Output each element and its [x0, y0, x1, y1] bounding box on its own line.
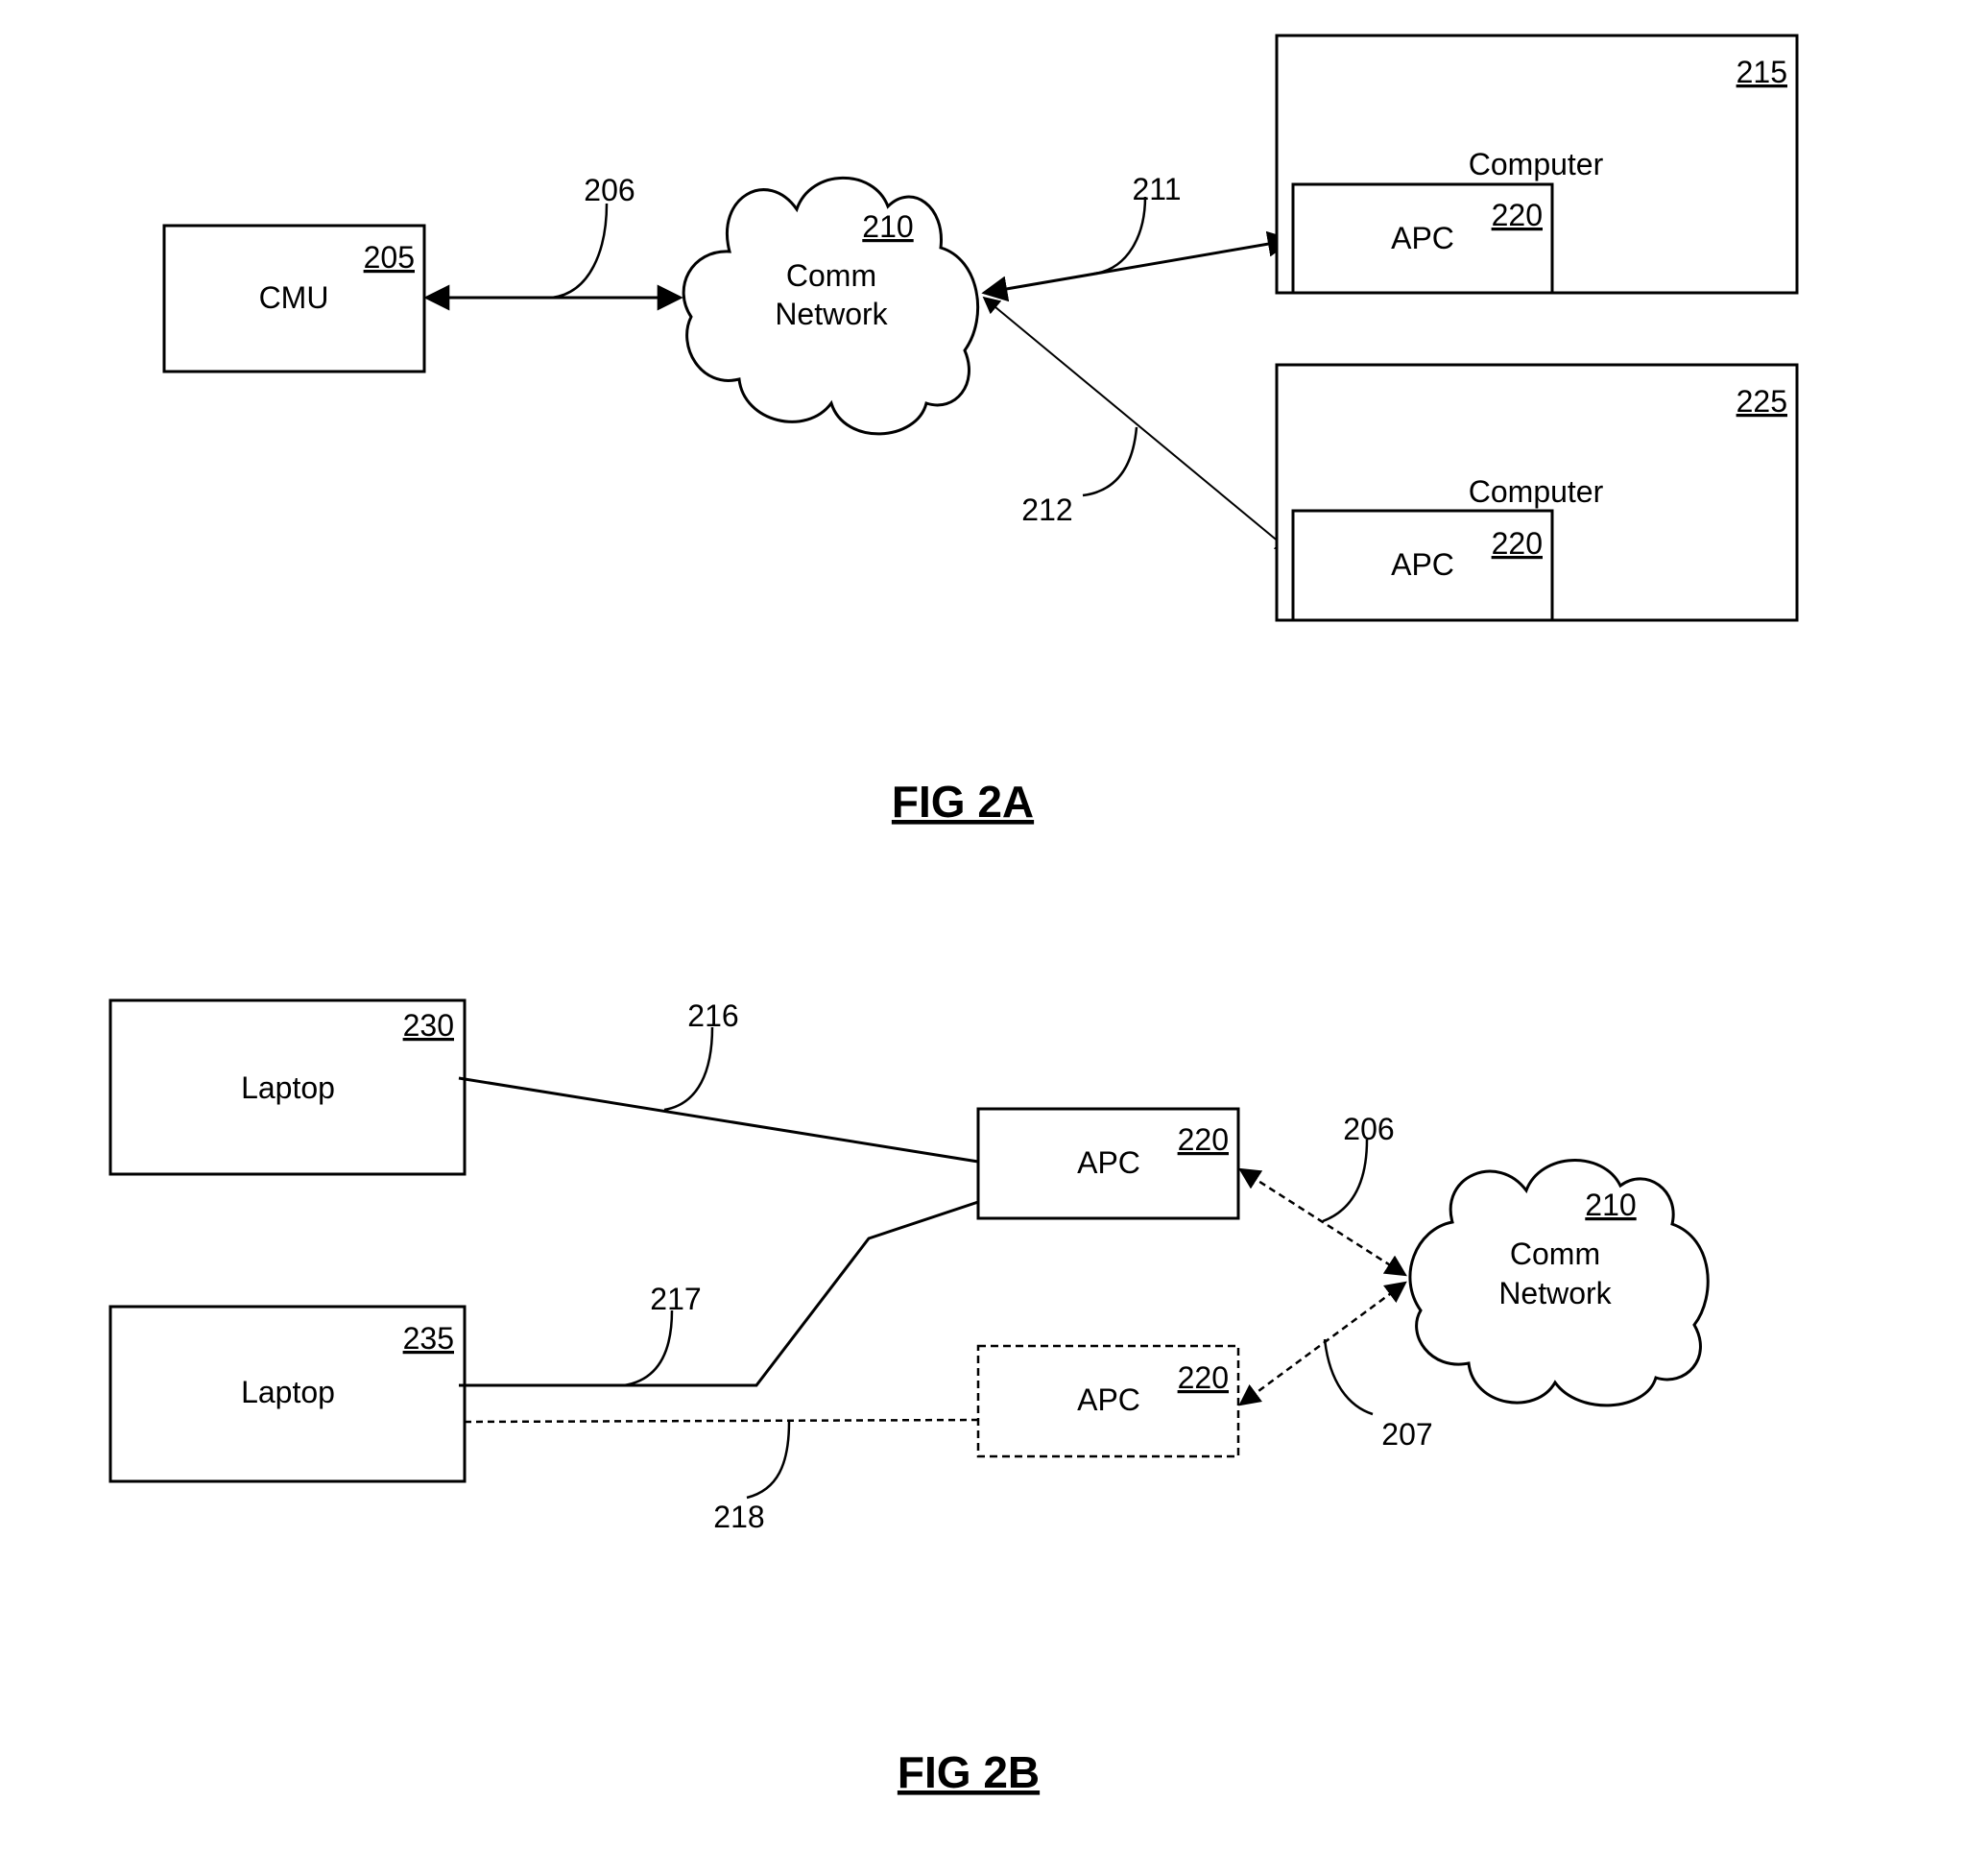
leader-211 — [1093, 196, 1147, 276]
network-label-line2: Network — [775, 297, 888, 331]
link-laptop2-apc-optional — [464, 1418, 979, 1424]
computer-label: Computer — [1469, 147, 1604, 181]
network-label-line2: Network — [1498, 1276, 1612, 1310]
cmu-ref: 205 — [364, 240, 415, 275]
laptop-ref: 230 — [403, 1008, 454, 1043]
link-ref-211: 211 — [1132, 172, 1181, 206]
link-ref-206: 206 — [584, 173, 635, 207]
leader-216 — [663, 1026, 714, 1112]
laptop-ref: 235 — [403, 1321, 454, 1356]
cmu-label: CMU — [259, 280, 329, 315]
apc-label: APC — [1391, 221, 1454, 255]
laptop-235: 235 Laptop — [108, 1305, 467, 1483]
leader-206b — [1322, 1139, 1369, 1223]
leader-217 — [623, 1309, 674, 1387]
apc-ref: 220 — [1178, 1122, 1229, 1157]
link-ref-212: 212 — [1021, 493, 1072, 527]
leader-212 — [1082, 426, 1138, 497]
patent-diagram: CMU 205 206 210 Comm Network 211 212 215… — [108, 34, 1799, 1797]
link-apc-optional-network — [1238, 1281, 1407, 1406]
link-ref-207: 207 — [1381, 1417, 1432, 1452]
link-network-computer1 — [981, 230, 1294, 302]
link-ref-217: 217 — [650, 1282, 701, 1316]
computer-label: Computer — [1469, 474, 1604, 509]
network-cloud: 210 Comm Network — [682, 176, 980, 436]
computer-225: 225 Computer APC 220 — [1275, 363, 1799, 622]
apc-optional: APC 220 — [976, 1344, 1240, 1458]
apc-primary: APC 220 — [976, 1107, 1240, 1220]
apc-ref: 220 — [1492, 198, 1543, 232]
computer-ref: 215 — [1737, 55, 1787, 89]
fig-2a: CMU 205 206 210 Comm Network 211 212 215… — [162, 34, 1799, 827]
figure-title-2b: FIG 2B — [898, 1747, 1040, 1797]
link-apc-network — [1238, 1167, 1407, 1277]
network-ref: 210 — [1585, 1188, 1636, 1222]
link-ref-218: 218 — [713, 1500, 764, 1534]
link-laptop1-apc — [458, 1076, 979, 1164]
fig-2b: 230 Laptop 235 Laptop APC 220 APC 220 21… — [108, 998, 1710, 1797]
link-ref-206b: 206 — [1343, 1112, 1394, 1146]
network-label-line1: Comm — [786, 258, 876, 293]
apc-label: APC — [1077, 1382, 1140, 1417]
link-laptop2-apc — [459, 1200, 979, 1387]
network-ref: 210 — [862, 209, 913, 244]
leader-207 — [1323, 1338, 1374, 1416]
apc-label: APC — [1077, 1145, 1140, 1180]
laptop-label: Laptop — [241, 1070, 335, 1105]
leader-218 — [746, 1421, 791, 1500]
cmu-block: CMU 205 — [162, 224, 426, 373]
network-label-line1: Comm — [1510, 1237, 1600, 1271]
computer-215: 215 Computer APC 220 — [1275, 34, 1799, 295]
computer-ref: 225 — [1737, 384, 1787, 419]
apc-ref: 220 — [1178, 1360, 1229, 1395]
figure-title-2a: FIG 2A — [892, 777, 1034, 827]
leader-206 — [551, 203, 609, 300]
laptop-label: Laptop — [241, 1375, 335, 1409]
link-ref-216: 216 — [687, 998, 738, 1033]
laptop-230: 230 Laptop — [108, 998, 467, 1176]
apc-ref: 220 — [1492, 526, 1543, 561]
network-cloud-b: 210 Comm Network — [1408, 1159, 1710, 1407]
apc-label: APC — [1391, 547, 1454, 582]
